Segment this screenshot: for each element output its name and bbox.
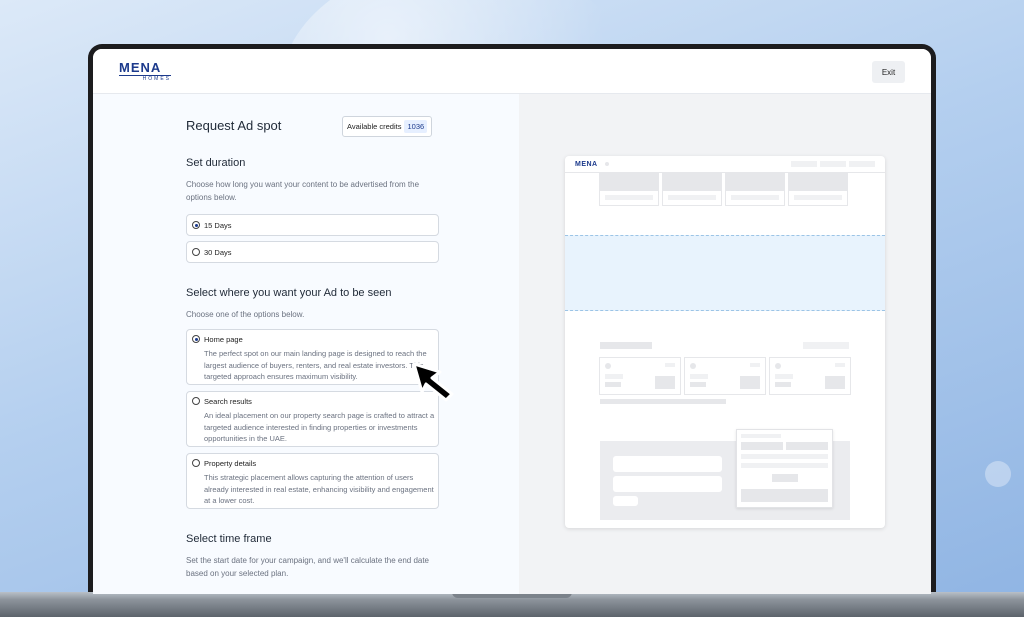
preview-card-image [789,174,847,191]
duration-option-30-days[interactable]: 30 Days [186,241,439,263]
placement-option-home-page[interactable]: Home page The perfect spot on our main l… [186,329,439,385]
radio-unselected-icon[interactable] [192,248,200,256]
preview-modal-button [772,474,798,482]
radio-selected-icon[interactable] [192,335,200,343]
placement-option-description: An ideal placement on our property searc… [204,411,435,443]
preview-modal-text [741,434,781,438]
preview-card-text [731,195,779,200]
placement-option-search-results[interactable]: Search results An ideal placement on our… [186,391,439,447]
duration-option-label: 15 Days [204,221,232,230]
preview-listing-image [825,376,845,389]
preview-input-placeholder [613,476,722,492]
duration-description: Choose how long you want your content to… [186,180,420,202]
credits-label: Available credits [347,122,402,131]
credits-badge: Available credits 1036 [342,116,433,137]
preview-listing-text [605,374,623,379]
preview-nav-placeholder [849,161,875,167]
preview-card-image [663,174,721,191]
preview-card-text [794,195,842,200]
preview-nav-placeholder [820,161,846,167]
preview-listing-image [740,376,760,389]
page-title: Request Ad spot [186,118,282,133]
preview-listing-text [605,382,621,387]
preview-logo: MENA [575,161,598,168]
preview-heading-placeholder [600,342,652,349]
placement-option-property-details[interactable]: Property details This strategic placemen… [186,453,439,509]
duration-title: Set duration [186,157,246,169]
radio-selected-icon[interactable] [192,221,200,229]
top-bar: MENA HOMES Exit [93,49,931,94]
preview-card-text [605,195,653,200]
ad-preview-panel: MENA [519,94,931,594]
request-form-panel: Request Ad spot Available credits 1036 S… [93,94,519,594]
placement-option-label: Property details [204,459,257,468]
preview-card-image [600,174,658,191]
app-screen: MENA HOMES Exit Request Ad spot Availabl… [93,49,931,594]
preview-modal-field [741,463,828,468]
preview-listing-image [655,376,675,389]
preview-listing-text [775,382,791,387]
preview-modal-field [786,442,828,450]
preview-listing-tag [835,363,845,367]
preview-button-placeholder [803,342,849,349]
preview-listing-text [690,382,706,387]
preview-listing-text [775,374,793,379]
preview-listing-icon [605,363,611,369]
ad-placement-zone [565,235,885,311]
logo-sub-text: HOMES [119,75,171,82]
placement-option-label: Home page [204,335,243,344]
preview-listing-tag [750,363,760,367]
preview-listing-icon [690,363,696,369]
radio-unselected-icon[interactable] [192,397,200,405]
duration-option-label: 30 Days [204,248,232,257]
preview-modal-field [741,442,783,450]
timeframe-title: Select time frame [186,533,272,545]
background-dot [985,461,1011,487]
preview-nav-placeholder [791,161,817,167]
exit-button[interactable]: Exit [872,61,905,83]
preview-modal-field [741,454,828,459]
preview-text-placeholder [600,399,726,404]
placement-description: Choose one of the options below. [186,310,305,319]
logo-main-text: MENA [119,60,162,75]
placement-option-description: The perfect spot on our main landing pag… [204,349,427,381]
preview-card-text [668,195,716,200]
homepage-preview: MENA [565,156,885,528]
credits-value: 1036 [404,120,428,133]
mena-homes-logo[interactable]: MENA HOMES [119,61,171,82]
preview-globe-icon [605,162,609,166]
preview-input-placeholder [613,456,722,472]
radio-unselected-icon[interactable] [192,459,200,467]
duration-option-15-days[interactable]: 15 Days [186,214,439,236]
placement-option-description: This strategic placement allows capturin… [204,473,434,505]
preview-listing-tag [665,363,675,367]
preview-listing-icon [775,363,781,369]
preview-card-image [726,174,784,191]
timeframe-description: Set the start date for your campaign, an… [186,556,430,578]
preview-button-placeholder [613,496,638,506]
placement-option-label: Search results [204,397,252,406]
preview-modal-button [741,489,828,502]
preview-listing-text [690,374,708,379]
placement-title: Select where you want your Ad to be seen [186,287,392,299]
arrow-cursor-icon [412,362,454,402]
